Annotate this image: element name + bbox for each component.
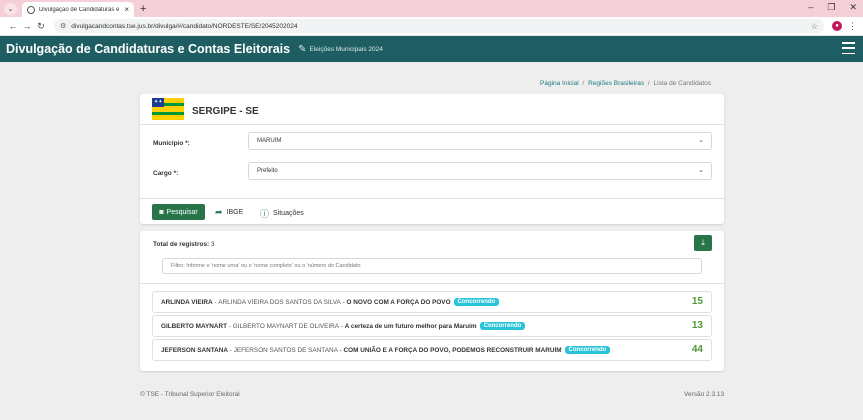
new-tab-icon[interactable]: + — [140, 3, 146, 15]
total-label: Total de registros: — [153, 241, 210, 248]
cargo-value: Prefeito — [257, 168, 278, 174]
cargo-select[interactable]: Prefeito ⌄ — [248, 162, 712, 180]
municipio-select[interactable]: MARUIM ⌄ — [248, 132, 712, 150]
candidate-number: 15 — [691, 296, 703, 307]
browser-menu-icon[interactable]: ⋮ — [848, 21, 857, 32]
url-text: divulgacandcontas.tse.jus.br/divulga/#/c… — [71, 22, 298, 30]
total-value: 3 — [211, 241, 215, 248]
total-records: Total de registros: 3 — [153, 241, 215, 248]
status-badge: Concorrendo — [453, 298, 500, 306]
cargo-label: Cargo *: — [153, 170, 179, 177]
status-badge: Concorrendo — [479, 322, 526, 330]
candidate-name: ARLINDA VIEIRA — [161, 298, 213, 306]
candidate-row[interactable]: ARLINDA VIEIRA - ARLINDA VIEIRA DOS SANT… — [152, 291, 712, 313]
tab-list-icon[interactable]: ⌄ — [4, 2, 17, 15]
app-header: Divulgação de Candidaturas e Contas Elei… — [0, 36, 863, 62]
breadcrumb-regions[interactable]: Regiões Brasileiras — [588, 80, 644, 87]
tab-title: Divulgação de Candidaturas e — [39, 6, 120, 13]
candidate-name: GILBERTO MAYNART — [161, 322, 228, 330]
candidate-row[interactable]: GILBERTO MAYNART - GILBERTO MAYNART DE O… — [152, 315, 712, 337]
candidate-name: JEFERSON SANTANA — [161, 346, 228, 354]
ibge-link[interactable]: ➦ IBGE — [215, 207, 243, 218]
browser-tab[interactable]: Divulgação de Candidaturas e × — [22, 2, 134, 17]
download-icon: ⤓ — [701, 238, 705, 247]
info-icon: ⓘ — [260, 209, 270, 219]
sergipe-flag-icon: ✦✦ — [152, 98, 184, 120]
situacoes-label: Situações — [273, 210, 304, 217]
footer-copyright: © TSE - Tribunal Superior Eleitoral — [140, 391, 240, 398]
back-icon[interactable]: ← — [6, 21, 20, 31]
share-icon: ➦ — [215, 207, 223, 217]
chevron-down-icon: ⌄ — [698, 137, 704, 144]
favicon-icon — [27, 5, 35, 14]
url-field[interactable]: ⚙ divulgacandcontas.tse.jus.br/divulga/#… — [54, 19, 824, 33]
download-button[interactable]: ⤓ — [694, 235, 712, 251]
municipio-label: Município *: — [153, 140, 190, 147]
restore-icon[interactable]: ❐ — [827, 2, 835, 13]
camera-icon: ◙ — [159, 208, 164, 216]
candidate-full-name: GILBERTO MAYNART DE OLIVEIRA — [232, 322, 340, 330]
edit-icon[interactable]: ✎ — [298, 44, 306, 55]
candidate-filter-input[interactable]: Filtro: Informe o 'nome urna' ou o 'nome… — [162, 258, 702, 274]
search-card: ✦✦ SERGIPE - SE Município *: MARUIM ⌄ Ca… — [140, 94, 724, 224]
footer-version: Versão 2.3.13 — [684, 391, 725, 398]
results-card: Total de registros: 3 ⤓ Filtro: Informe … — [140, 231, 724, 371]
ibge-label: IBGE — [226, 209, 244, 216]
search-button[interactable]: ◙ Pesquisar — [152, 204, 205, 220]
candidate-number: 13 — [691, 320, 703, 331]
candidate-row[interactable]: JEFERSON SANTANA - JEFERSON SANTOS DE SA… — [152, 339, 712, 361]
search-button-label: Pesquisar — [166, 208, 198, 216]
reload-icon[interactable]: ↻ — [34, 21, 48, 32]
bookmark-star-icon[interactable]: ☆ — [811, 22, 818, 31]
municipio-value: MARUIM — [257, 138, 282, 144]
breadcrumb-home[interactable]: Página Inicial — [540, 80, 579, 87]
minimize-icon[interactable]: – — [808, 2, 813, 13]
state-title: SERGIPE - SE — [192, 106, 259, 117]
candidate-coalition: COM UNIÃO E A FORÇA DO POVO, PODEMOS REC… — [343, 346, 562, 354]
candidate-coalition: A certeza de um futuro melhor para Marui… — [344, 322, 477, 330]
candidate-full-name: JEFERSON SANTOS DE SANTANA — [233, 346, 338, 354]
candidate-coalition: O NOVO COM A FORÇA DO POVO — [346, 298, 451, 306]
profile-avatar[interactable]: ● — [832, 21, 842, 31]
address-bar-row: ← → ↻ ⚙ divulgacandcontas.tse.jus.br/div… — [0, 17, 863, 36]
window-controls: – ❐ ✕ — [808, 2, 857, 13]
close-window-icon[interactable]: ✕ — [849, 2, 857, 13]
candidate-full-name: ARLINDA VIEIRA DOS SANTOS DA SILVA — [218, 298, 341, 306]
chevron-down-icon: ⌄ — [698, 167, 704, 174]
site-info-icon[interactable]: ⚙ — [60, 22, 66, 30]
hamburger-menu-icon[interactable] — [842, 42, 855, 54]
breadcrumb-current: Lista de Candidatos — [653, 80, 712, 87]
situacoes-link[interactable]: ⓘ Situações — [260, 207, 304, 220]
app-title: Divulgação de Candidaturas e Contas Elei… — [6, 42, 291, 56]
status-badge: Concorrendo — [564, 346, 611, 354]
breadcrumb: Página Inicial / Regiões Brasileiras / L… — [540, 80, 712, 87]
candidate-number: 44 — [691, 344, 703, 355]
browser-tabbar: ⌄ Divulgação de Candidaturas e × + – ❐ ✕ — [0, 0, 863, 17]
forward-icon[interactable]: → — [20, 21, 34, 31]
filter-placeholder: Filtro: Informe o 'nome urna' ou o 'nome… — [171, 263, 361, 269]
close-tab-icon[interactable]: × — [124, 5, 129, 14]
election-link[interactable]: Eleições Municipais 2024 — [310, 46, 383, 53]
